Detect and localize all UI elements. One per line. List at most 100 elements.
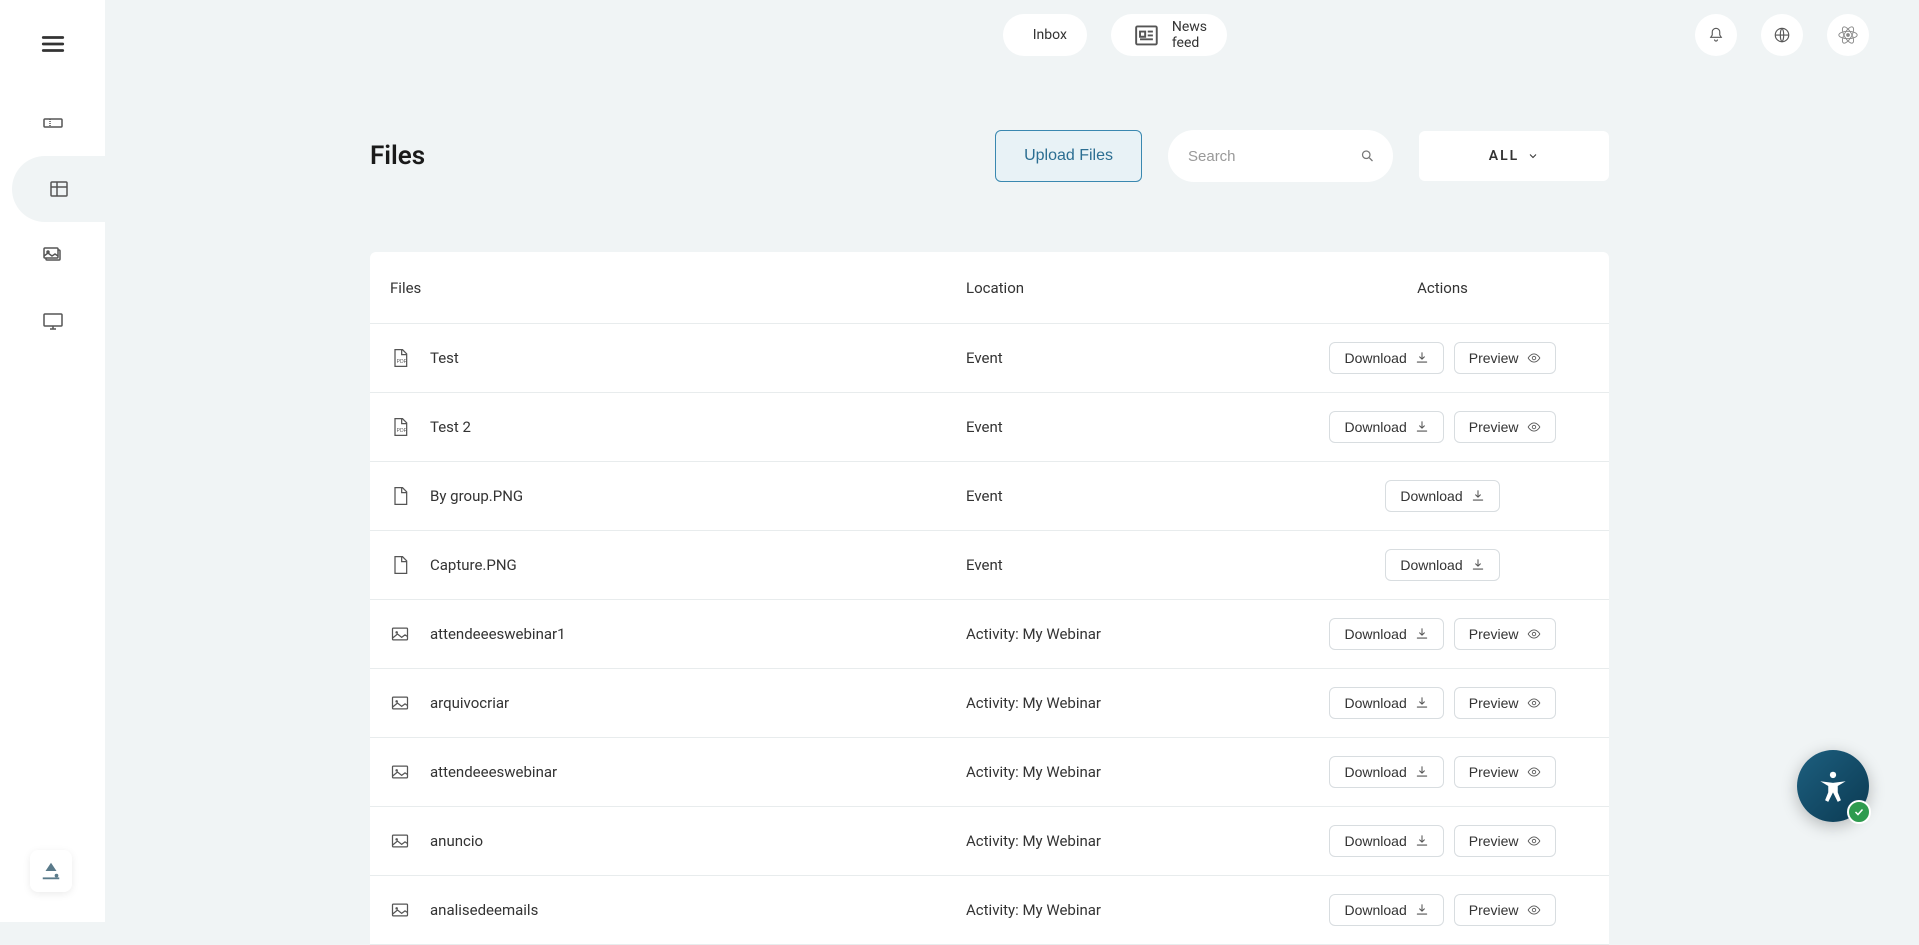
file-name: Test 2 — [430, 418, 471, 436]
preview-label: Preview — [1469, 764, 1519, 780]
file-actions: Download Preview — [1296, 411, 1589, 443]
app-menu-button[interactable] — [1827, 14, 1869, 56]
file-location: Activity: My Webinar — [966, 694, 1296, 712]
preview-button[interactable]: Preview — [1454, 618, 1556, 650]
preview-button[interactable]: Preview — [1454, 687, 1556, 719]
topbar: Inbox News feed — [105, 0, 1919, 70]
file-location: Event — [966, 349, 1296, 367]
file-actions: Download — [1296, 549, 1589, 581]
sidebar-item-tickets[interactable] — [0, 90, 105, 156]
preview-label: Preview — [1469, 833, 1519, 849]
download-button[interactable]: Download — [1329, 756, 1443, 788]
file-cell: analisedeemails — [390, 899, 966, 921]
download-icon — [1471, 558, 1485, 572]
file-cell: attendeeeswebinar1 — [390, 623, 966, 645]
news-feed-label: News feed — [1172, 19, 1207, 51]
preview-label: Preview — [1469, 902, 1519, 918]
download-icon — [1415, 696, 1429, 710]
bell-icon — [1707, 26, 1725, 44]
table-row: anuncio Activity: My Webinar Download Pr… — [370, 807, 1609, 876]
download-button[interactable]: Download — [1329, 342, 1443, 374]
download-button[interactable]: Download — [1385, 549, 1499, 581]
download-label: Download — [1344, 419, 1406, 435]
download-icon — [1415, 420, 1429, 434]
file-actions: Download Preview — [1296, 825, 1589, 857]
notifications-button[interactable] — [1695, 14, 1737, 56]
download-label: Download — [1344, 833, 1406, 849]
file-cell: attendeeeswebinar — [390, 761, 966, 783]
preview-button[interactable]: Preview — [1454, 756, 1556, 788]
accessibility-icon — [1814, 767, 1852, 805]
preview-button[interactable]: Preview — [1454, 894, 1556, 926]
download-label: Download — [1344, 626, 1406, 642]
sidebar-item-files[interactable] — [12, 156, 105, 222]
ticket-icon — [41, 111, 65, 135]
download-button[interactable]: Download — [1329, 687, 1443, 719]
accessibility-status-badge — [1847, 800, 1871, 824]
table-row: analisedeemails Activity: My Webinar Dow… — [370, 876, 1609, 945]
file-cell: By group.PNG — [390, 485, 966, 507]
file-cell: Capture.PNG — [390, 554, 966, 576]
language-button[interactable] — [1761, 14, 1803, 56]
file-name: arquivocriar — [430, 694, 509, 712]
download-icon — [1415, 834, 1429, 848]
search-wrap — [1168, 130, 1393, 182]
table-row: Test Event Download Preview — [370, 324, 1609, 393]
globe-icon — [1773, 26, 1791, 44]
sidebar-item-gallery[interactable] — [0, 222, 105, 288]
download-label: Download — [1344, 350, 1406, 366]
upload-files-button[interactable]: Upload Files — [995, 130, 1142, 182]
inbox-label: Inbox — [1033, 27, 1067, 43]
page-title: Files — [370, 141, 425, 171]
preview-label: Preview — [1469, 695, 1519, 711]
accessibility-fab[interactable] — [1797, 750, 1869, 822]
file-name: anuncio — [430, 832, 483, 850]
preview-button[interactable]: Preview — [1454, 342, 1556, 374]
table-row: Test 2 Event Download Preview — [370, 393, 1609, 462]
check-icon — [1853, 806, 1865, 818]
file-name: attendeeeswebinar — [430, 763, 557, 781]
search-input[interactable] — [1188, 148, 1343, 165]
hamburger-menu-button[interactable] — [27, 18, 79, 70]
download-button[interactable]: Download — [1329, 825, 1443, 857]
download-button[interactable]: Download — [1385, 480, 1499, 512]
download-label: Download — [1400, 557, 1462, 573]
download-button[interactable]: Download — [1329, 618, 1443, 650]
download-label: Download — [1344, 695, 1406, 711]
file-type-icon — [390, 416, 410, 438]
file-name: analisedeemails — [430, 901, 538, 919]
atom-icon — [1837, 24, 1859, 46]
news-feed-button[interactable]: News feed — [1111, 14, 1227, 56]
download-label: Download — [1344, 902, 1406, 918]
header-location: Location — [966, 279, 1296, 297]
file-actions: Download Preview — [1296, 342, 1589, 374]
eye-icon — [1527, 420, 1541, 434]
file-location: Event — [966, 487, 1296, 505]
file-cell: anuncio — [390, 830, 966, 852]
paint-icon — [40, 860, 62, 882]
file-actions: Download Preview — [1296, 756, 1589, 788]
table-row: attendeeeswebinar1 Activity: My Webinar … — [370, 600, 1609, 669]
inbox-button[interactable]: Inbox — [1003, 14, 1087, 56]
page-header: Files Upload Files ALL — [370, 130, 1609, 182]
table-row: attendeeeswebinar Activity: My Webinar D… — [370, 738, 1609, 807]
preview-button[interactable]: Preview — [1454, 411, 1556, 443]
sidebar-item-display[interactable] — [0, 288, 105, 354]
sidebar-theme-button[interactable] — [30, 850, 72, 892]
file-name: Capture.PNG — [430, 556, 517, 574]
main-content: Files Upload Files ALL Files Location Ac… — [105, 0, 1919, 922]
download-icon — [1415, 765, 1429, 779]
file-name: Test — [430, 349, 459, 367]
download-button[interactable]: Download — [1329, 894, 1443, 926]
preview-button[interactable]: Preview — [1454, 825, 1556, 857]
eye-icon — [1527, 903, 1541, 917]
file-type-icon — [390, 899, 410, 921]
table-row: arquivocriar Activity: My Webinar Downlo… — [370, 669, 1609, 738]
file-name: By group.PNG — [430, 487, 523, 505]
file-type-icon — [390, 623, 410, 645]
images-icon — [41, 243, 65, 267]
filter-dropdown[interactable]: ALL — [1419, 131, 1609, 181]
download-icon — [1415, 903, 1429, 917]
newspaper-icon — [1131, 20, 1162, 51]
download-button[interactable]: Download — [1329, 411, 1443, 443]
